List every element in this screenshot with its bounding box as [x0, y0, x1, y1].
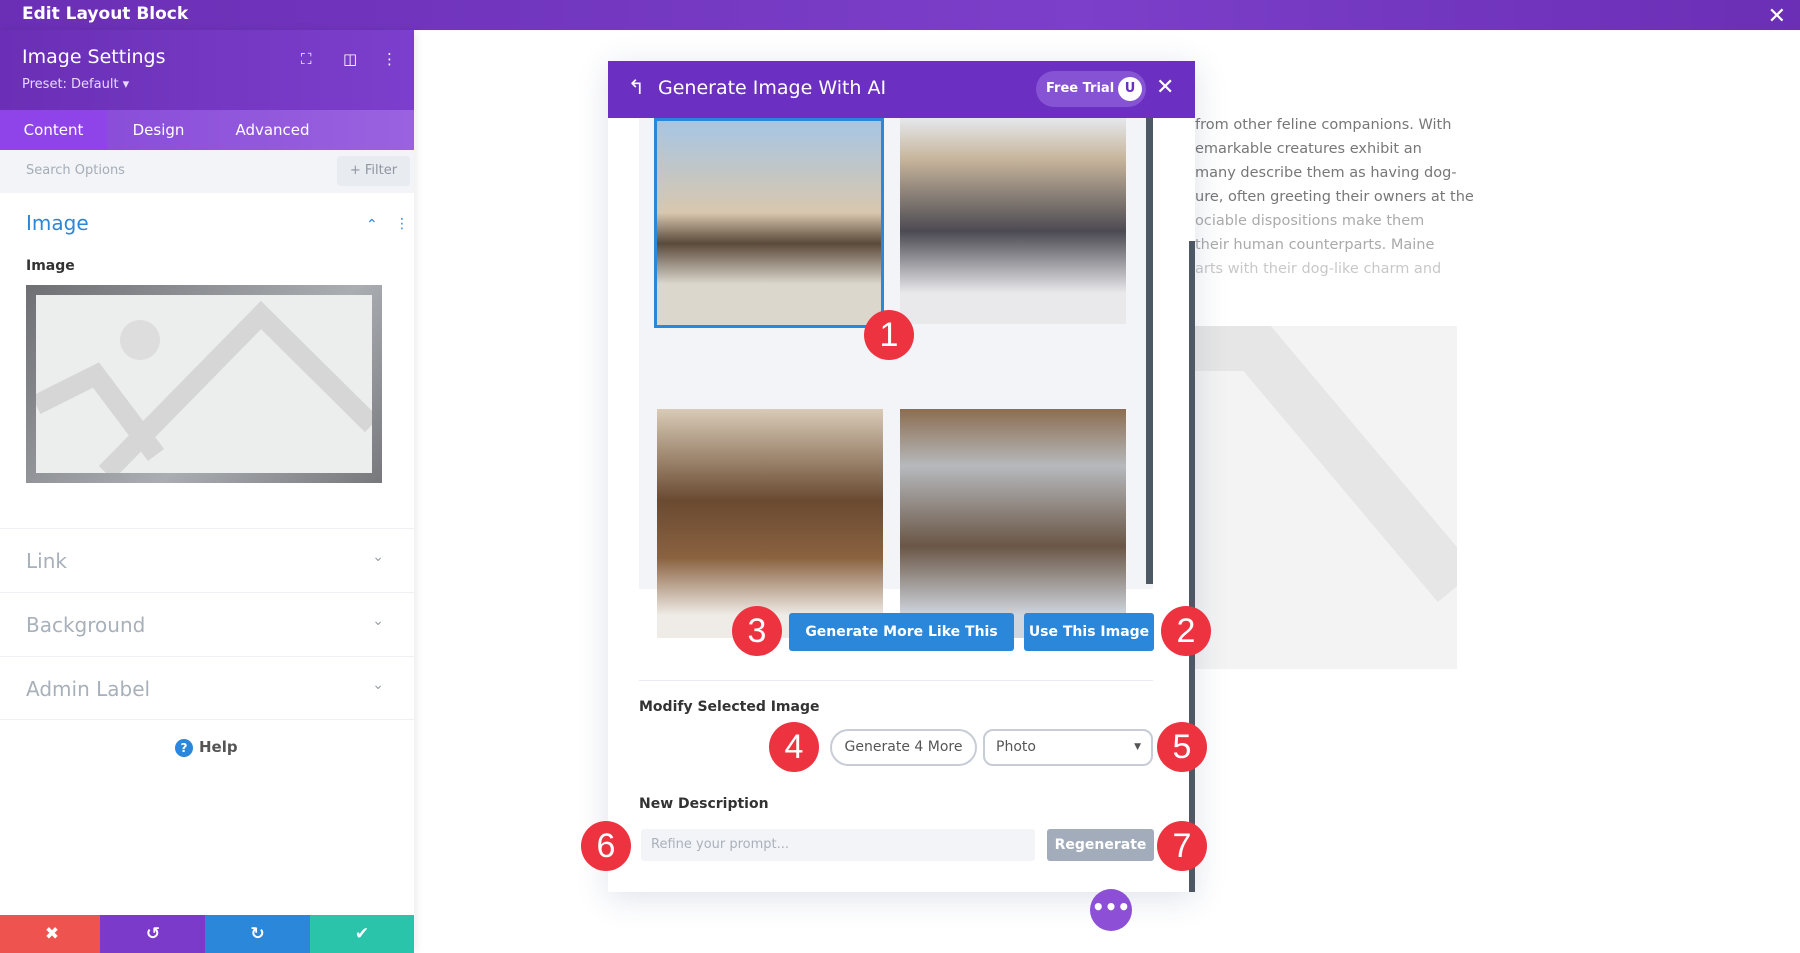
redo-button[interactable]: ↻	[205, 915, 310, 953]
free-trial-label: Free Trial	[1046, 81, 1115, 96]
generated-image-2[interactable]	[900, 118, 1126, 324]
tab-design[interactable]: Design	[107, 110, 210, 150]
annotation-marker-2: 2	[1161, 606, 1211, 656]
generate-more-like-this-button[interactable]: Generate More Like This One	[789, 613, 1014, 678]
back-icon[interactable]: ↰	[628, 75, 645, 99]
caret-down-icon: ▼	[1134, 742, 1141, 752]
chevron-down-icon: ⌄	[372, 677, 384, 693]
divider	[639, 680, 1153, 681]
section-label: Admin Label	[26, 677, 151, 701]
window-title: Edit Layout Block	[22, 4, 189, 24]
search-bar: Search Options + Filter	[0, 150, 414, 193]
window-titlebar: Edit Layout Block	[0, 0, 1800, 30]
generated-image-3[interactable]	[657, 409, 883, 638]
page-image-placeholder	[1195, 326, 1457, 669]
text-line: from other feline companions. With	[1195, 117, 1452, 133]
save-button[interactable]: ✔	[310, 915, 414, 953]
help-icon: ?	[175, 739, 193, 757]
use-this-image-button[interactable]: Use This Image	[1024, 613, 1154, 651]
section-label: Link	[26, 549, 67, 573]
image-upload-placeholder[interactable]	[26, 285, 382, 483]
chevron-down-icon: ⌄	[372, 613, 384, 629]
free-trial-badge[interactable]: Free Trial U	[1036, 71, 1146, 107]
modal-scrollbar[interactable]	[1189, 241, 1195, 892]
modal-close-icon[interactable]: ✕	[1156, 75, 1174, 100]
modify-selected-image-label: Modify Selected Image	[639, 699, 820, 715]
chevron-up-icon[interactable]: ⌃	[366, 217, 378, 233]
style-select[interactable]: Photo ▼	[983, 729, 1153, 766]
sidebar-title: Image Settings	[22, 46, 166, 68]
regenerate-button[interactable]: Regenerate	[1047, 829, 1154, 861]
sidebar-tabs: Content Design Advanced	[0, 110, 414, 150]
fullscreen-icon[interactable]: ⛶	[301, 50, 312, 68]
modal-header: ↰ Generate Image With AI Free Trial U ✕	[608, 61, 1195, 118]
grid-scrollbar[interactable]	[1146, 118, 1153, 584]
generate-4-more-button[interactable]: Generate 4 More	[830, 729, 977, 766]
help-label: Help	[199, 738, 238, 756]
placeholder-image-icon	[36, 295, 372, 473]
undo-button[interactable]: ↺	[100, 915, 206, 953]
tab-advanced[interactable]: Advanced	[215, 110, 330, 150]
text-line: many describe them as having dog-	[1195, 165, 1457, 181]
section-background[interactable]: Background ⌄	[0, 592, 414, 656]
page-body-text: from other feline companions. With emark…	[1195, 113, 1485, 281]
generated-image-4[interactable]	[900, 409, 1126, 638]
split-view-icon[interactable]: ◫	[343, 50, 357, 68]
text-line: arts with their dog-like charm and	[1195, 261, 1442, 277]
annotation-marker-7: 7	[1157, 821, 1207, 871]
section-menu-icon[interactable]: ⋮	[395, 216, 409, 232]
tab-content[interactable]: Content	[0, 110, 107, 150]
generated-image-1[interactable]	[654, 118, 884, 328]
user-avatar[interactable]: U	[1118, 77, 1142, 101]
annotation-marker-1: 1	[864, 310, 914, 360]
new-description-label: New Description	[639, 796, 769, 812]
text-line: emarkable creatures exhibit an	[1195, 141, 1422, 157]
section-admin-label[interactable]: Admin Label ⌄	[0, 656, 414, 720]
chevron-down-icon: ⌄	[372, 549, 384, 565]
section-link[interactable]: Link ⌄	[0, 528, 414, 592]
annotation-marker-5: 5	[1157, 722, 1207, 772]
more-options-icon[interactable]: ⋮	[382, 50, 397, 68]
search-options-input[interactable]: Search Options	[26, 163, 125, 178]
modal-title: Generate Image With AI	[658, 77, 887, 99]
window-close-icon[interactable]: ✕	[1768, 4, 1786, 29]
more-options-button[interactable]: •••	[1090, 889, 1132, 931]
annotation-marker-4: 4	[769, 722, 819, 772]
filter-button[interactable]: + Filter	[337, 156, 410, 186]
preset-dropdown[interactable]: Preset: Default ▾	[22, 77, 129, 92]
help-link[interactable]: ? Help	[175, 738, 238, 757]
text-line: ure, often greeting their owners at the	[1195, 189, 1474, 205]
cancel-button[interactable]: ✖	[0, 915, 104, 953]
section-label: Background	[26, 613, 146, 637]
settings-sidebar: Image Settings Preset: Default ▾ ⛶ ◫ ⋮ C…	[0, 30, 414, 953]
refine-prompt-input[interactable]: Refine your prompt...	[641, 829, 1035, 861]
text-line: ociable dispositions make them	[1195, 213, 1425, 229]
annotation-marker-6: 6	[581, 821, 631, 871]
annotation-marker-3: 3	[732, 606, 782, 656]
image-section-header[interactable]: Image	[26, 211, 89, 235]
text-line: their human counterparts. Maine	[1195, 237, 1435, 253]
image-field-label: Image	[26, 258, 75, 274]
generate-image-modal: ↰ Generate Image With AI Free Trial U ✕ G…	[608, 61, 1195, 892]
sidebar-header: Image Settings Preset: Default ▾ ⛶ ◫ ⋮	[0, 30, 414, 110]
style-select-value: Photo	[996, 739, 1036, 755]
